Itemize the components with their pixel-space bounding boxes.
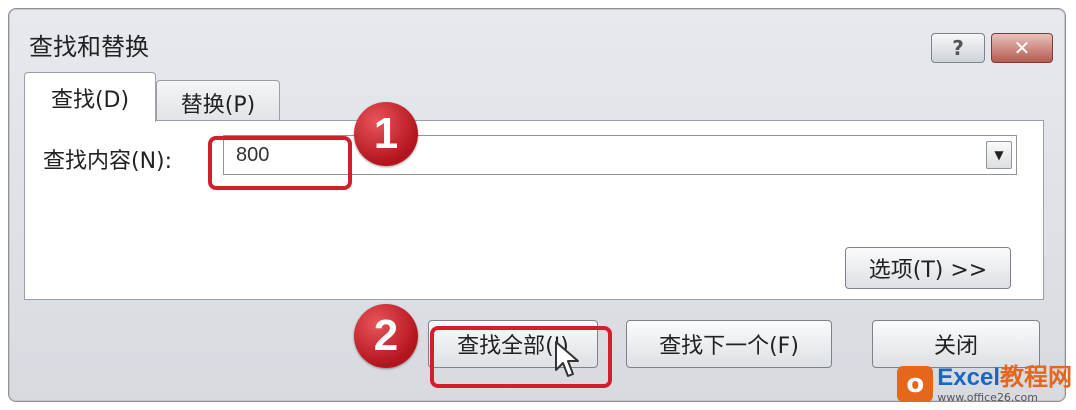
dialog-title: 查找和替换 (29, 33, 149, 61)
watermark-url: www.office26.com (937, 390, 1038, 404)
mouse-cursor-icon (555, 341, 579, 377)
step-badge-2: 2 (354, 304, 418, 368)
find-next-button[interactable]: 查找下一个(F) (626, 320, 832, 368)
find-what-combobox[interactable]: ▼ (223, 135, 1017, 175)
window-close-button[interactable]: ✕ (991, 33, 1053, 63)
tab-find[interactable]: 查找(D) (24, 72, 156, 122)
watermark-brand-cn: 教程网 (1000, 363, 1072, 391)
site-watermark: o Excel教程网 www.office26.com (897, 360, 1072, 408)
step-badge-1: 1 (354, 102, 418, 166)
office-logo-icon: o (897, 366, 934, 402)
find-panel: 查找内容(N): ▼ 选项(T) >> (24, 120, 1044, 300)
dropdown-arrow-icon[interactable]: ▼ (986, 141, 1012, 169)
find-what-label: 查找内容(N): (43, 149, 173, 174)
help-button[interactable]: ? (931, 33, 985, 63)
tab-replace[interactable]: 替换(P) (156, 80, 280, 124)
options-button[interactable]: 选项(T) >> (845, 247, 1011, 289)
find-what-input[interactable] (224, 136, 984, 174)
watermark-brand-en: Excel (937, 363, 1000, 391)
